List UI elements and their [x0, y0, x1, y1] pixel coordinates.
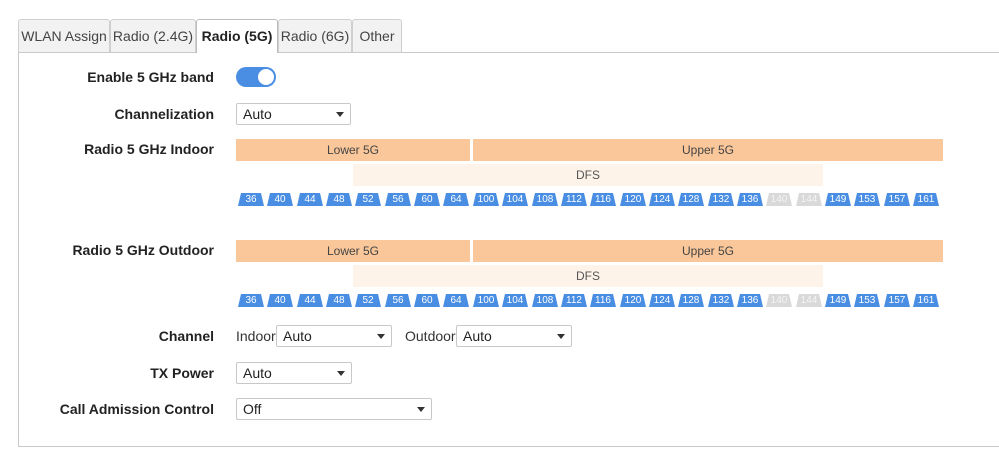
outdoor-channel-108[interactable]: 108 — [532, 294, 558, 307]
indoor-channel-100[interactable]: 100 — [473, 193, 499, 206]
channelization-label: Channelization — [114, 106, 214, 122]
toggle-knob — [258, 69, 274, 85]
outdoor-channel-128[interactable]: 128 — [678, 294, 704, 307]
indoor-channel-149[interactable]: 149 — [825, 193, 851, 206]
chevron-down-icon — [337, 371, 345, 376]
indoor-channel-157[interactable]: 157 — [884, 193, 910, 206]
outdoor-text: Outdoor — [405, 328, 456, 344]
outdoor-channel-144[interactable]: 144 — [796, 294, 822, 307]
outdoor-channel-116[interactable]: 116 — [590, 294, 616, 307]
indoor-channel-value: Auto — [283, 328, 312, 344]
indoor-channel-52[interactable]: 52 — [355, 193, 381, 206]
tx-power-select[interactable]: Auto — [236, 362, 352, 384]
outdoor-channel-157[interactable]: 157 — [884, 294, 910, 307]
indoor-channel-select[interactable]: Auto — [276, 325, 392, 347]
indoor-channel-36[interactable]: 36 — [238, 193, 264, 206]
indoor-lower-5g-band: Lower 5G — [236, 139, 470, 161]
indoor-channel-153[interactable]: 153 — [854, 193, 880, 206]
tx-power-label: TX Power — [150, 365, 214, 381]
outdoor-channel-value: Auto — [463, 328, 492, 344]
outdoor-channel-100[interactable]: 100 — [473, 294, 499, 307]
indoor-channel-140[interactable]: 140 — [766, 193, 792, 206]
outdoor-channel-48[interactable]: 48 — [326, 294, 352, 307]
call-admission-control-select[interactable]: Off — [236, 398, 432, 420]
tx-power-value: Auto — [243, 365, 272, 381]
tab-other[interactable]: Other — [352, 19, 402, 52]
indoor-channel-108[interactable]: 108 — [532, 193, 558, 206]
call-admission-control-label: Call Admission Control — [59, 401, 214, 417]
indoor-channel-64[interactable]: 64 — [443, 193, 469, 206]
indoor-channel-112[interactable]: 112 — [561, 193, 587, 206]
indoor-channel-124[interactable]: 124 — [649, 193, 675, 206]
outdoor-channel-select[interactable]: Auto — [456, 325, 572, 347]
indoor-channel-120[interactable]: 120 — [620, 193, 646, 206]
outdoor-channel-64[interactable]: 64 — [443, 294, 469, 307]
channel-label: Channel — [158, 328, 214, 344]
tab-radio-2-4g[interactable]: Radio (2.4G) — [110, 19, 196, 52]
outdoor-channel-44[interactable]: 44 — [297, 294, 323, 307]
radio-5ghz-outdoor-label: Radio 5 GHz Outdoor — [72, 242, 214, 258]
enable-5ghz-toggle[interactable] — [236, 67, 276, 87]
indoor-channel-56[interactable]: 56 — [385, 193, 411, 206]
call-admission-control-value: Off — [243, 401, 262, 417]
tab-radio-5g[interactable]: Radio (5G) — [196, 19, 278, 53]
channelization-select[interactable]: Auto — [236, 103, 351, 125]
tab-bar: WLAN Assign Radio (2.4G) Radio (5G) Radi… — [18, 19, 999, 53]
indoor-channel-48[interactable]: 48 — [326, 193, 352, 206]
outdoor-channel-140[interactable]: 140 — [766, 294, 792, 307]
outdoor-channel-56[interactable]: 56 — [385, 294, 411, 307]
outdoor-upper-5g-band: Upper 5G — [473, 240, 943, 262]
tab-wlan-assign[interactable]: WLAN Assign — [18, 19, 110, 52]
outdoor-channel-60[interactable]: 60 — [414, 294, 440, 307]
indoor-upper-5g-band: Upper 5G — [473, 139, 943, 161]
chevron-down-icon — [557, 334, 565, 339]
indoor-channel-132[interactable]: 132 — [708, 193, 734, 206]
outdoor-channel-161[interactable]: 161 — [913, 294, 939, 307]
chevron-down-icon — [377, 334, 385, 339]
outdoor-channel-36[interactable]: 36 — [238, 294, 264, 307]
indoor-channel-128[interactable]: 128 — [678, 193, 704, 206]
outdoor-channel-149[interactable]: 149 — [825, 294, 851, 307]
tab-radio-6g[interactable]: Radio (6G) — [278, 19, 352, 52]
outdoor-channel-132[interactable]: 132 — [708, 294, 734, 307]
outdoor-channel-124[interactable]: 124 — [649, 294, 675, 307]
indoor-channel-60[interactable]: 60 — [414, 193, 440, 206]
outdoor-channel-153[interactable]: 153 — [854, 294, 880, 307]
outdoor-channel-112[interactable]: 112 — [561, 294, 587, 307]
indoor-dfs-band: DFS — [353, 164, 823, 186]
outdoor-lower-5g-band: Lower 5G — [236, 240, 470, 262]
outdoor-channel-104[interactable]: 104 — [502, 294, 528, 307]
indoor-channel-44[interactable]: 44 — [297, 193, 323, 206]
chevron-down-icon — [336, 112, 344, 117]
indoor-channel-136[interactable]: 136 — [737, 193, 763, 206]
indoor-channel-161[interactable]: 161 — [913, 193, 939, 206]
enable-5ghz-label: Enable 5 GHz band — [87, 69, 214, 85]
outdoor-dfs-band: DFS — [353, 265, 823, 287]
radio-5ghz-indoor-label: Radio 5 GHz Indoor — [84, 141, 214, 157]
outdoor-channel-40[interactable]: 40 — [267, 294, 293, 307]
indoor-channel-144[interactable]: 144 — [796, 193, 822, 206]
indoor-text: Indoor — [236, 328, 276, 344]
channelization-value: Auto — [243, 106, 272, 122]
indoor-channel-40[interactable]: 40 — [267, 193, 293, 206]
indoor-channel-104[interactable]: 104 — [502, 193, 528, 206]
outdoor-channel-136[interactable]: 136 — [737, 294, 763, 307]
outdoor-channel-120[interactable]: 120 — [620, 294, 646, 307]
chevron-down-icon — [417, 407, 425, 412]
indoor-channel-116[interactable]: 116 — [590, 193, 616, 206]
outdoor-channel-52[interactable]: 52 — [355, 294, 381, 307]
